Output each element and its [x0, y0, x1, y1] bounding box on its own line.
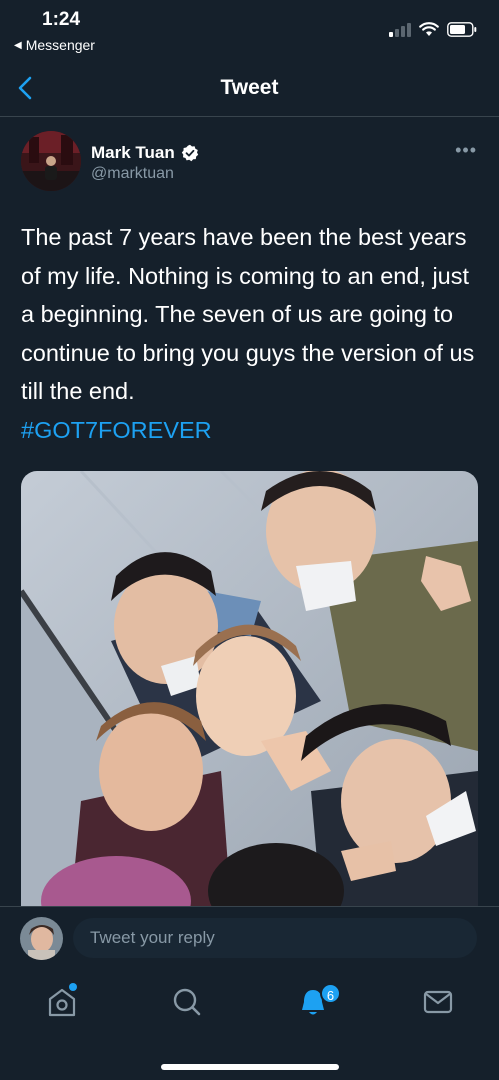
tweet-body: The past 7 years have been the best year…	[21, 224, 475, 404]
back-app-label: Messenger	[25, 37, 95, 53]
search-icon[interactable]	[167, 982, 207, 1022]
current-user-avatar[interactable]	[20, 917, 63, 960]
mail-icon[interactable]	[418, 982, 458, 1022]
author-name: Mark Tuan	[91, 143, 175, 162]
group-selfie-image	[21, 471, 478, 907]
tweet-photo[interactable]	[21, 471, 478, 907]
home-indicator	[161, 1064, 339, 1070]
author-name-row[interactable]: Mark Tuan	[91, 143, 199, 163]
more-options-icon[interactable]: •••	[455, 140, 477, 161]
verified-badge-icon	[181, 144, 198, 162]
tweet-header: Tweet	[0, 60, 499, 117]
back-to-app-link[interactable]: ◀ Messenger	[14, 37, 95, 53]
reply-bar	[0, 906, 499, 968]
back-triangle-icon: ◀	[14, 39, 22, 51]
author-avatar-image	[21, 131, 81, 191]
reply-input[interactable]	[73, 918, 477, 958]
home-new-dot	[69, 983, 77, 991]
author-avatar[interactable]	[21, 131, 81, 191]
status-icons	[389, 22, 477, 37]
page-title: Tweet	[220, 76, 279, 99]
tweet-text-container: The past 7 years have been the best year…	[21, 218, 481, 449]
wifi-icon	[419, 22, 439, 36]
notification-count-badge: 6	[320, 983, 341, 1004]
cellular-signal-icon	[389, 22, 411, 37]
status-bar: 1:24 ◀ Messenger	[0, 0, 499, 60]
author-handle: @marktuan	[91, 165, 174, 182]
status-time: 1:24	[42, 9, 81, 30]
current-user-avatar-image	[20, 917, 63, 960]
hashtag-link[interactable]: #GOT7FOREVER	[21, 411, 481, 450]
bottom-tab-bar: 6	[0, 968, 499, 1080]
battery-icon	[447, 22, 477, 37]
